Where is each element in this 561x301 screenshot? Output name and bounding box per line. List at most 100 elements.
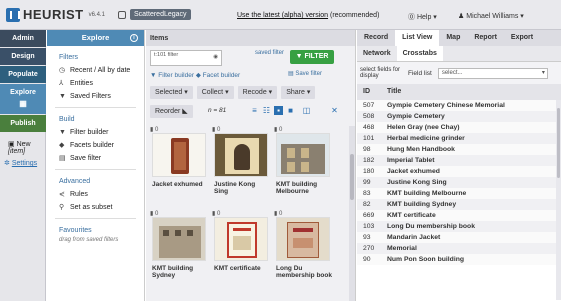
- table-row[interactable]: 270 Memorial: [357, 243, 561, 254]
- thumbnail-card[interactable]: ▮ 0 Jacket exhumed: [150, 126, 208, 206]
- nav-settings[interactable]: ✲ Settings: [0, 159, 45, 167]
- menu-selected[interactable]: Selected ▾: [150, 86, 193, 99]
- sub-tabs: Network Crosstabs: [357, 46, 561, 62]
- nav-explore[interactable]: Explore ▦: [0, 84, 46, 114]
- thumbnail-card[interactable]: ▮ 0 KMT building Melbourne: [274, 126, 332, 206]
- column-header-id[interactable]: ID: [357, 84, 381, 100]
- filter-entities[interactable]: ⅄ Entities: [47, 77, 144, 90]
- detail-view-icon[interactable]: ☷: [262, 106, 271, 115]
- table-row[interactable]: 103 Long Du membership book: [357, 221, 561, 232]
- thumbnail-card[interactable]: ▮ 0 KMT building Sydney: [150, 210, 208, 290]
- close-icon[interactable]: ✕: [330, 106, 339, 115]
- filter-button[interactable]: ▼ FILTER: [290, 50, 334, 64]
- tab-export[interactable]: Export: [504, 30, 540, 46]
- table-row[interactable]: 180 Jacket exhumed: [357, 166, 561, 177]
- new-record-icon: ▣: [8, 141, 17, 148]
- row-title: KMT building Melbourne: [387, 190, 467, 197]
- build-filter-builder[interactable]: ▼ Filter builder: [47, 126, 144, 139]
- tab-map[interactable]: Map: [439, 30, 467, 46]
- table-row[interactable]: 507 Gympie Cemetery Chinese Memorial: [357, 100, 561, 111]
- tab-list-view[interactable]: List View: [395, 30, 440, 46]
- eye-icon[interactable]: ◉: [213, 54, 218, 60]
- nav-new-record[interactable]: ▣ New [item]: [0, 140, 45, 155]
- reorder-button[interactable]: Reorder ◣: [150, 104, 193, 118]
- save-filter-link[interactable]: ▤ Save filter: [288, 70, 322, 77]
- filter-saved[interactable]: ▼ Saved Filters: [47, 90, 144, 103]
- table-row[interactable]: 669 KMT certificate: [357, 210, 561, 221]
- right-panel: Record List View Map Report Export Netwo…: [357, 30, 561, 301]
- explore-panel-title: Explore: [81, 33, 110, 42]
- tab-crosstabs[interactable]: Crosstabs: [396, 46, 443, 61]
- field-list-value: select...: [441, 69, 463, 76]
- filter-input[interactable]: t:101 filter ◉: [150, 50, 222, 66]
- tab-report[interactable]: Report: [467, 30, 504, 46]
- table-row[interactable]: 83 KMT building Melbourne: [357, 188, 561, 199]
- menu-collect[interactable]: Collect ▾: [196, 86, 234, 99]
- alpha-link-text[interactable]: Use the latest (alpha) version: [237, 12, 328, 19]
- table-row[interactable]: 182 Imperial Tablet: [357, 155, 561, 166]
- advanced-rules[interactable]: ⋞ Rules: [47, 188, 144, 201]
- explore-panel: Explore i Filters ◷ Recent / All by date …: [47, 30, 145, 301]
- table-row[interactable]: 90 Num Pon Soon building: [357, 254, 561, 265]
- tab-record[interactable]: Record: [357, 30, 395, 46]
- table-row[interactable]: 101 Herbal medicine grinder: [357, 133, 561, 144]
- select-fields-button[interactable]: select fields for display: [360, 67, 402, 79]
- nav-admin[interactable]: Admin: [0, 30, 46, 47]
- table-row[interactable]: 93 Mandarin Jacket: [357, 232, 561, 243]
- thumbnail-image: [152, 217, 206, 261]
- nav-publish[interactable]: Publish: [0, 115, 46, 132]
- table-row[interactable]: 508 Gympie Cemetery: [357, 111, 561, 122]
- heurist-logo[interactable]: HEURIST v6.4.1: [6, 7, 105, 22]
- thumbnail-caption: KMT building Melbourne: [276, 181, 318, 195]
- table-row[interactable]: 99 Justine Kong Sing: [357, 177, 561, 188]
- field-list-select[interactable]: select... ▾: [437, 67, 548, 79]
- help-label: Help: [416, 14, 432, 21]
- alpha-version-link[interactable]: Use the latest (alpha) version (recommen…: [237, 12, 379, 19]
- filter-recent[interactable]: ◷ Recent / All by date: [47, 64, 144, 77]
- menu-share[interactable]: Share ▾: [281, 86, 316, 99]
- thumbnail-image: [276, 133, 330, 177]
- table-row[interactable]: 468 Helen Gray (nee Chay): [357, 122, 561, 133]
- build-save-filter[interactable]: ▤ Save filter: [47, 152, 144, 165]
- nav-new-label: New: [16, 141, 31, 148]
- row-title: Num Pon Soon building: [387, 256, 465, 263]
- table-row[interactable]: 82 KMT building Sydney: [357, 199, 561, 210]
- nav-populate[interactable]: Populate: [0, 66, 46, 83]
- advanced-subset[interactable]: ⚲ Set as subset: [47, 201, 144, 214]
- list-scrollbar[interactable]: [556, 100, 561, 300]
- record-view-icon[interactable]: ◫: [302, 106, 311, 115]
- list-view-icon[interactable]: ≡: [250, 106, 259, 115]
- build-facets-builder[interactable]: ◆ Facets builder: [47, 139, 144, 152]
- thumb-badges: ▮ 0: [150, 210, 208, 217]
- column-header-title[interactable]: Title: [381, 84, 401, 100]
- large-thumb-view-icon[interactable]: ■: [286, 106, 295, 115]
- scrollbar-thumb[interactable]: [557, 108, 560, 178]
- thumbnail-card[interactable]: ▮ 0 Long Du membership book: [274, 210, 332, 290]
- facet-builder-link[interactable]: ◆ Facet builder: [196, 72, 240, 79]
- thumbnail-scrollbar[interactable]: [349, 126, 355, 301]
- filter-builder-link[interactable]: ▼ Filter builder: [150, 72, 194, 79]
- thumbnail-card[interactable]: ▮ 0 Justine Kong Sing: [212, 126, 270, 206]
- row-title: KMT building Sydney: [387, 201, 457, 208]
- table-row[interactable]: 98 Hung Men Handbook: [357, 144, 561, 155]
- help-menu[interactable]: ⓪ Help ▾: [408, 12, 437, 22]
- list-header: ID Title: [357, 84, 561, 100]
- explore-icon: ▦: [19, 99, 27, 108]
- nav-design[interactable]: Design: [0, 48, 46, 65]
- row-title: Jacket exhumed: [387, 168, 440, 175]
- database-select[interactable]: ScatteredLegacy: [130, 9, 191, 20]
- menu-recode[interactable]: Recode ▾: [237, 86, 278, 99]
- thumb-badges: ▮ 0: [150, 126, 208, 133]
- row-id: 99: [363, 179, 371, 186]
- filter-bar: t:101 filter ◉ saved filter ▼ FILTER ▼ F…: [146, 46, 355, 86]
- user-menu[interactable]: ♟ Michael Williams ▾: [458, 12, 524, 20]
- tab-network[interactable]: Network: [357, 46, 397, 61]
- filter-saved-label: Saved Filters: [70, 93, 111, 100]
- thumbnail-caption: Jacket exhumed: [152, 181, 203, 188]
- saved-filter-link[interactable]: saved filter: [254, 50, 284, 57]
- info-icon[interactable]: i: [130, 34, 138, 42]
- thumbnail-image: [152, 133, 206, 177]
- thumbnail-card[interactable]: ▮ 0 KMT certificate: [212, 210, 270, 290]
- scrollbar-thumb[interactable]: [350, 154, 354, 200]
- thumbnail-view-icon[interactable]: ▪: [274, 106, 283, 115]
